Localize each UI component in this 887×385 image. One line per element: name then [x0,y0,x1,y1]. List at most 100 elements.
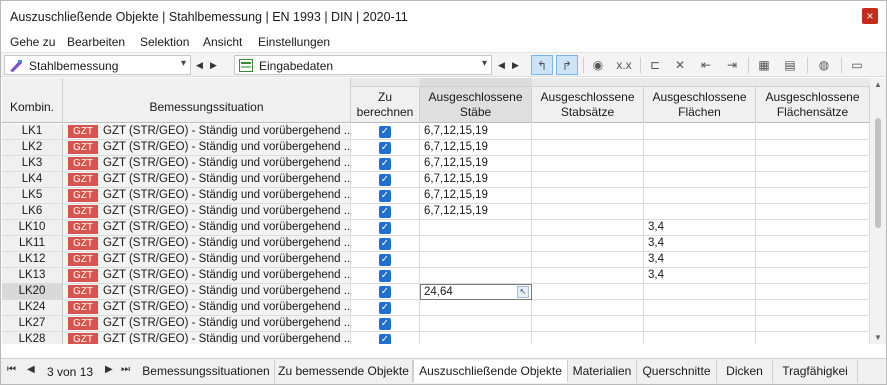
cell-calc[interactable]: ✓ [351,204,420,220]
checkbox[interactable]: ✓ [379,206,391,218]
tab-7[interactable]: Tragfähigkei [773,360,858,383]
cell-calc[interactable]: ✓ [351,220,420,236]
cell-stabsaetze[interactable] [532,156,644,172]
cell-calc[interactable]: ✓ [351,188,420,204]
table-row[interactable]: LK2 GZT GZT (STR/GEO) - Ständig und vorübe… [2,140,870,156]
scroll-thumb[interactable] [875,118,881,228]
menu-edit[interactable]: Bearbeiten [67,35,125,49]
checkbox[interactable]: ✓ [379,238,391,250]
next-page-icon[interactable]: ▶ [105,364,113,375]
cell-calc[interactable]: ✓ [351,236,420,252]
move-right-icon[interactable]: ⇥ [721,55,743,75]
table-row[interactable]: LK1 GZT GZT (STR/GEO) - Ständig und vorübe… [2,124,870,140]
cell-stabsaetze[interactable] [532,236,644,252]
cell-situation[interactable]: GZT GZT (STR/GEO) - Ständig und vorüberge… [63,284,351,300]
delete-row-icon[interactable]: ✕ [669,55,691,75]
cell-calc[interactable]: ✓ [351,140,420,156]
cell-staebe[interactable]: 6,7,12,15,19 [420,172,532,188]
prev-module-icon[interactable]: ◀ [193,55,206,75]
cell-situation[interactable]: GZT GZT (STR/GEO) - Ständig und vorüberge… [63,316,351,332]
cell-flaechensaetze[interactable] [756,332,870,344]
table-row[interactable]: LK24 GZT GZT (STR/GEO) - Ständig und vorüb… [2,300,870,316]
prev-category-icon[interactable]: ◀ [495,55,508,75]
scroll-down-icon[interactable]: ▼ [874,333,882,342]
cell-flaechensaetze[interactable] [756,140,870,156]
cell-situation[interactable]: GZT GZT (STR/GEO) - Ständig und vorüberge… [63,156,351,172]
view-icon[interactable]: ◉ [587,55,609,75]
cell-calc[interactable]: ✓ [351,316,420,332]
header-calc[interactable]: Zu berechnen [351,87,420,123]
globe-icon[interactable]: ◍ [813,55,835,75]
menu-goto[interactable]: Gehe zu [10,35,55,49]
prev-page-icon[interactable]: ◀ [27,364,35,375]
tab-5[interactable]: Querschnitte [637,360,717,383]
cell-flaechen[interactable] [644,140,756,156]
cell-situation[interactable]: GZT GZT (STR/GEO) - Ständig und vorüberge… [63,268,351,284]
checkbox[interactable]: ✓ [379,318,391,330]
insert-row-icon[interactable]: ⊏ [644,55,666,75]
checkbox[interactable]: ✓ [379,286,391,298]
cell-stabsaetze[interactable] [532,316,644,332]
checkbox[interactable]: ✓ [379,222,391,234]
header-situation[interactable]: Bemessungssituation [63,78,351,123]
cell-flaechen[interactable] [644,188,756,204]
cell-flaechen[interactable] [644,172,756,188]
pick-objects-icon[interactable]: ↱ [556,55,578,75]
cell-flaechen[interactable]: 3,4 [644,220,756,236]
cell-kombi[interactable]: LK6 [2,204,63,220]
select-in-model-icon[interactable]: ↰ [531,55,553,75]
checkbox[interactable]: ✓ [379,174,391,186]
header-flaechensaetze[interactable]: Ausgeschlossene Flächensätze [756,87,870,123]
menu-selection[interactable]: Selektion [140,35,189,49]
cell-staebe[interactable]: 6,7,12,15,19 [420,204,532,220]
cell-staebe[interactable] [420,332,532,344]
cell-staebe[interactable] [420,220,532,236]
cell-calc[interactable]: ✓ [351,252,420,268]
cell-kombi[interactable]: LK13 [2,268,63,284]
table-row[interactable]: LK13 GZT GZT (STR/GEO) - Ständig und vorüb… [2,268,870,284]
cell-flaechensaetze[interactable] [756,316,870,332]
cell-stabsaetze[interactable] [532,332,644,344]
cell-calc[interactable]: ✓ [351,268,420,284]
cell-situation[interactable]: GZT GZT (STR/GEO) - Ständig und vorüberge… [63,140,351,156]
menu-settings[interactable]: Einstellungen [258,35,330,49]
cell-staebe[interactable] [420,268,532,284]
cell-kombi[interactable]: LK28 [2,332,63,344]
cell-situation[interactable]: GZT GZT (STR/GEO) - Ständig und vorüberge… [63,300,351,316]
cell-flaechen[interactable] [644,300,756,316]
cell-staebe[interactable]: 6,7,12,15,19 [420,156,532,172]
cell-kombi[interactable]: LK1 [2,124,63,140]
menu-view[interactable]: Ansicht [203,35,242,49]
cell-calc[interactable]: ✓ [351,300,420,316]
table-row[interactable]: LK5 GZT GZT (STR/GEO) - Ständig und vorübe… [2,188,870,204]
cell-stabsaetze[interactable] [532,300,644,316]
cell-flaechensaetze[interactable] [756,284,870,300]
cell-kombi[interactable]: LK2 [2,140,63,156]
cell-stabsaetze[interactable] [532,140,644,156]
cell-calc[interactable]: ✓ [351,172,420,188]
cell-flaechensaetze[interactable] [756,172,870,188]
cell-kombi[interactable]: LK11 [2,236,63,252]
cell-flaechen[interactable] [644,316,756,332]
cell-situation[interactable]: GZT GZT (STR/GEO) - Ständig und vorüberge… [63,220,351,236]
last-page-icon[interactable]: ⏭ [121,364,130,375]
cell-staebe[interactable]: 6,7,12,15,19 [420,124,532,140]
cell-stabsaetze[interactable] [532,124,644,140]
close-icon[interactable]: × [862,8,878,24]
print-icon[interactable]: ▭ [846,55,868,75]
next-module-icon[interactable]: ▶ [207,55,220,75]
checkbox[interactable]: ✓ [379,254,391,266]
checkbox[interactable]: ✓ [379,190,391,202]
table-row[interactable]: LK20 GZT GZT (STR/GEO) - Ständig und vorüb… [2,284,870,300]
cell-staebe[interactable] [420,300,532,316]
cell-flaechensaetze[interactable] [756,220,870,236]
cell-flaechen[interactable] [644,332,756,344]
cell-stabsaetze[interactable] [532,188,644,204]
pick-icon[interactable]: ↖ [517,286,529,298]
checkbox[interactable]: ✓ [379,158,391,170]
cell-stabsaetze[interactable] [532,204,644,220]
cell-staebe[interactable]: 6,7,12,15,19 [420,188,532,204]
cell-calc[interactable]: ✓ [351,124,420,140]
cell-kombi[interactable]: LK12 [2,252,63,268]
cell-flaechensaetze[interactable] [756,124,870,140]
